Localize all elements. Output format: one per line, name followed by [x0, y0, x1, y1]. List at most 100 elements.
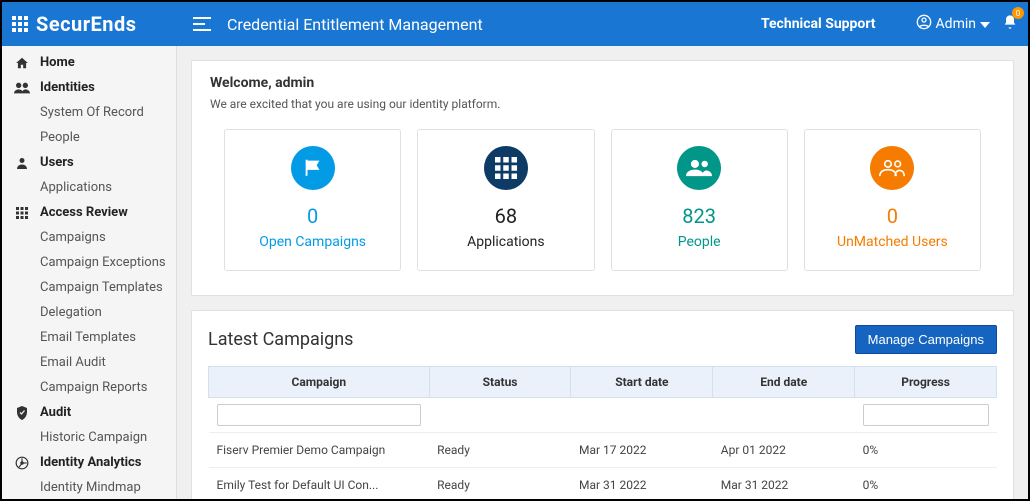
user-label: Admin	[936, 16, 976, 32]
summary-card-unmatched-users[interactable]: 0 UnMatched Users	[804, 129, 981, 271]
home-icon	[14, 56, 30, 70]
sidebar-item-audit[interactable]: Audit	[2, 400, 176, 425]
sidebar: Home Identities System Of Record People User…	[2, 46, 177, 499]
bell-icon	[1002, 20, 1018, 35]
sidebar-item-label: Users	[40, 155, 74, 170]
summary-card-people[interactable]: 823 People	[611, 129, 788, 271]
person-icon	[14, 156, 30, 170]
cell-campaign: Emily Test for Default UI Con...	[209, 468, 430, 500]
sidebar-item-system-of-record[interactable]: System Of Record	[2, 100, 176, 125]
sidebar-item-identities[interactable]: Identities	[2, 75, 176, 100]
caret-down-icon	[980, 16, 990, 32]
cell-end: Mar 31 2022	[713, 468, 855, 500]
card-icon	[291, 146, 335, 190]
sidebar-item-campaigns[interactable]: Campaigns	[2, 225, 176, 250]
sidebar-item-email-audit[interactable]: Email Audit	[2, 350, 176, 375]
sidebar-item-label: Campaigns	[40, 230, 106, 245]
brand-logo[interactable]: SecurEnds	[12, 12, 177, 36]
sidebar-item-label: Campaign Exceptions	[40, 255, 166, 270]
sidebar-item-label: Email Audit	[40, 355, 106, 370]
technical-support-link[interactable]: Technical Support	[761, 16, 876, 32]
sidebar-item-label: Home	[40, 55, 75, 70]
notification-badge: 0	[1012, 7, 1024, 19]
card-label: People	[620, 234, 779, 250]
sidebar-item-label: Audit	[40, 405, 71, 420]
user-menu[interactable]: Admin	[916, 14, 990, 34]
sidebar-item-label: Access Review	[40, 205, 128, 220]
welcome-subtitle: We are excited that you are using our id…	[210, 97, 995, 111]
card-value: 823	[620, 204, 779, 228]
campaigns-panel: Latest Campaigns Manage Campaigns Campai…	[191, 310, 1014, 499]
apps-grid-icon	[12, 16, 28, 32]
sidebar-item-email-templates[interactable]: Email Templates	[2, 325, 176, 350]
card-label: Applications	[426, 234, 585, 250]
grid-icon	[14, 207, 30, 219]
card-value: 0	[233, 204, 392, 228]
column-campaign[interactable]: Campaign	[209, 367, 430, 398]
cell-status: Ready	[429, 433, 571, 468]
card-icon	[677, 146, 721, 190]
sidebar-item-delegation[interactable]: Delegation	[2, 300, 176, 325]
cell-campaign: Fiserv Premier Demo Campaign	[209, 433, 430, 468]
shield-icon	[14, 406, 30, 420]
column-end-date[interactable]: End date	[713, 367, 855, 398]
sidebar-item-users[interactable]: Users	[2, 150, 176, 175]
sidebar-item-label: System Of Record	[40, 105, 144, 120]
welcome-title: Welcome, admin	[210, 75, 995, 91]
sidebar-item-label: Identity Analytics	[40, 455, 142, 470]
sidebar-item-label: Identities	[40, 80, 95, 95]
summary-card-open-campaigns[interactable]: 0 Open Campaigns	[224, 129, 401, 271]
column-start-date[interactable]: Start date	[571, 367, 713, 398]
table-row[interactable]: Fiserv Premier Demo CampaignReadyMar 17 …	[209, 433, 997, 468]
main-content: Welcome, admin We are excited that you a…	[177, 46, 1028, 499]
card-value: 68	[426, 204, 585, 228]
sidebar-item-label: Campaign Reports	[40, 380, 147, 395]
sidebar-item-people[interactable]: People	[2, 125, 176, 150]
sidebar-item-label: Email Templates	[40, 330, 136, 345]
sidebar-item-home[interactable]: Home	[2, 50, 176, 75]
cell-start: Mar 17 2022	[571, 433, 713, 468]
sidebar-item-label: Historic Campaign	[40, 430, 147, 445]
brand-text: SecurEnds	[36, 12, 137, 36]
sidebar-item-identity-analytics[interactable]: Identity Analytics	[2, 450, 176, 475]
sidebar-item-identity-mindmap[interactable]: Identity Mindmap	[2, 475, 176, 499]
sidebar-item-campaign-reports[interactable]: Campaign Reports	[2, 375, 176, 400]
card-label: UnMatched Users	[813, 234, 972, 250]
people-icon	[14, 82, 30, 94]
sidebar-item-historic-campaign[interactable]: Historic Campaign	[2, 425, 176, 450]
column-progress[interactable]: Progress	[855, 367, 997, 398]
manage-campaigns-button[interactable]: Manage Campaigns	[855, 325, 997, 354]
page-title: Credential Entitlement Management	[227, 15, 483, 34]
campaigns-table: CampaignStatusStart dateEnd dateProgress…	[208, 366, 997, 499]
top-bar: SecurEnds Credential Entitlement Managem…	[2, 2, 1028, 46]
cell-end: Apr 01 2022	[713, 433, 855, 468]
analytics-icon	[14, 456, 30, 470]
campaigns-title: Latest Campaigns	[208, 329, 353, 350]
sidebar-item-campaign-exceptions[interactable]: Campaign Exceptions	[2, 250, 176, 275]
summary-cards: 0 Open Campaigns 68 Applications 823 People 0 U…	[210, 129, 995, 271]
card-label: Open Campaigns	[233, 234, 392, 250]
sidebar-item-access-review[interactable]: Access Review	[2, 200, 176, 225]
welcome-panel: Welcome, admin We are excited that you a…	[191, 60, 1014, 296]
cell-start: Mar 31 2022	[571, 468, 713, 500]
card-value: 0	[813, 204, 972, 228]
column-status[interactable]: Status	[429, 367, 571, 398]
sidebar-item-label: Applications	[40, 180, 112, 195]
sidebar-item-label: Identity Mindmap	[40, 480, 141, 495]
filter-input-campaign[interactable]	[217, 404, 422, 426]
sidebar-item-label: Delegation	[40, 305, 102, 320]
cell-progress: 0%	[855, 433, 997, 468]
user-circle-icon	[916, 14, 932, 34]
card-icon	[484, 146, 528, 190]
sidebar-item-applications[interactable]: Applications	[2, 175, 176, 200]
notifications-button[interactable]: 0	[1002, 13, 1018, 35]
sidebar-item-label: Campaign Templates	[40, 280, 163, 295]
table-row[interactable]: Emily Test for Default UI Con...ReadyMar…	[209, 468, 997, 500]
card-icon	[870, 146, 914, 190]
filter-input-progress[interactable]	[863, 404, 989, 426]
menu-toggle-icon[interactable]	[193, 17, 211, 31]
summary-card-applications[interactable]: 68 Applications	[417, 129, 594, 271]
cell-progress: 0%	[855, 468, 997, 500]
sidebar-item-label: People	[40, 130, 80, 145]
sidebar-item-campaign-templates[interactable]: Campaign Templates	[2, 275, 176, 300]
